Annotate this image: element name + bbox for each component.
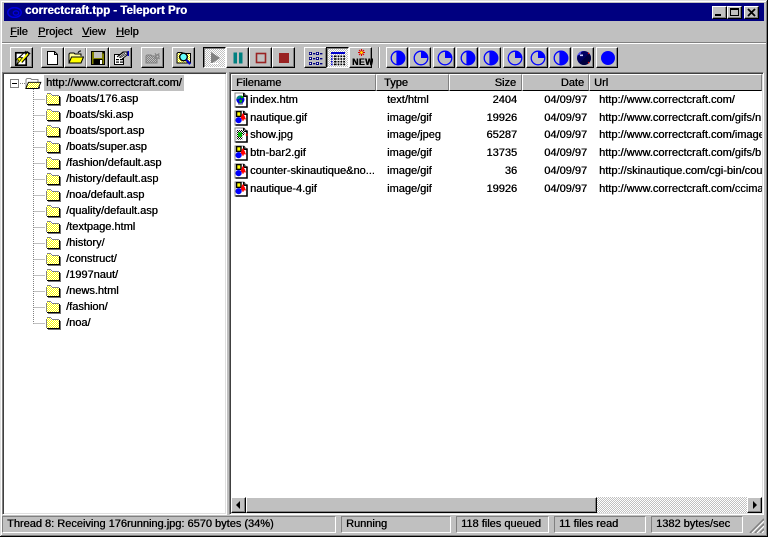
svg-text:NEW: NEW [352, 57, 373, 67]
